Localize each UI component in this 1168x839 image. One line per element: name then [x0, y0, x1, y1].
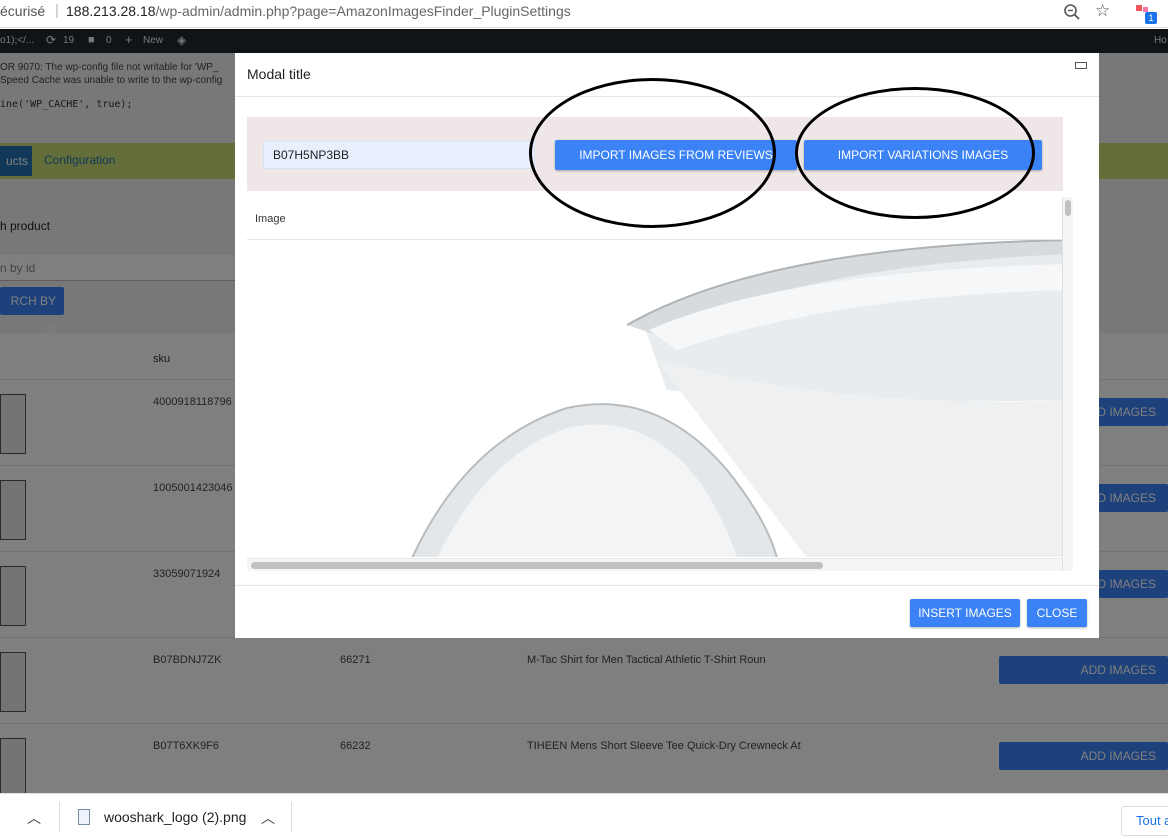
chevron-up-icon[interactable]: ︿	[27, 808, 41, 828]
file-icon	[78, 809, 90, 825]
divider	[291, 802, 292, 832]
horizontal-scrollbar[interactable]	[247, 558, 1062, 571]
download-filename[interactable]: wooshark_logo (2).png	[104, 809, 246, 825]
import-images-modal: Modal title B07H5NP3BB IMPORT IMAGES FRO…	[235, 53, 1099, 638]
import-toolbar: B07H5NP3BB IMPORT IMAGES FROM REVIEWS IM…	[247, 117, 1063, 191]
vertical-scrollbar[interactable]	[1062, 197, 1073, 571]
vertical-scroll-thumb[interactable]	[1065, 200, 1071, 216]
asin-input[interactable]: B07H5NP3BB	[263, 141, 535, 169]
import-variations-images-button[interactable]: IMPORT VARIATIONS IMAGES	[804, 140, 1042, 170]
url-path: /wp-admin/admin.php?page=AmazonImagesFin…	[155, 3, 571, 19]
extension-badge: 1	[1145, 12, 1157, 24]
minimize-icon[interactable]	[1075, 62, 1087, 69]
column-header-image: Image	[255, 213, 286, 225]
chevron-up-icon[interactable]: ︿	[261, 808, 275, 828]
divider	[59, 802, 60, 832]
product-image[interactable]	[247, 240, 1073, 557]
browser-address-bar: écurisé | 188.213.28.18/wp-admin/admin.p…	[0, 0, 1168, 28]
insert-images-button[interactable]: INSERT IMAGES	[910, 599, 1020, 627]
images-table: Image	[247, 197, 1073, 557]
horizontal-scroll-thumb[interactable]	[251, 562, 823, 569]
search-zoom-icon[interactable]	[1063, 3, 1081, 21]
address-separator: |	[55, 2, 59, 19]
modal-title: Modal title	[247, 66, 311, 82]
not-secure-label[interactable]: écurisé	[0, 3, 45, 19]
download-bar: ︿ wooshark_logo (2).png ︿ Tout a	[0, 793, 1168, 839]
modal-footer-divider	[235, 585, 1099, 586]
url-host: 188.213.28.18	[66, 3, 156, 19]
import-images-from-reviews-button[interactable]: IMPORT IMAGES FROM REVIEWS	[555, 140, 797, 170]
star-icon[interactable]: ☆	[1095, 2, 1110, 20]
url-field[interactable]: 188.213.28.18/wp-admin/admin.php?page=Am…	[66, 3, 571, 19]
show-all-downloads-button[interactable]: Tout a	[1121, 806, 1168, 836]
modal-header: Modal title	[235, 53, 1099, 97]
close-button[interactable]: CLOSE	[1027, 599, 1087, 627]
